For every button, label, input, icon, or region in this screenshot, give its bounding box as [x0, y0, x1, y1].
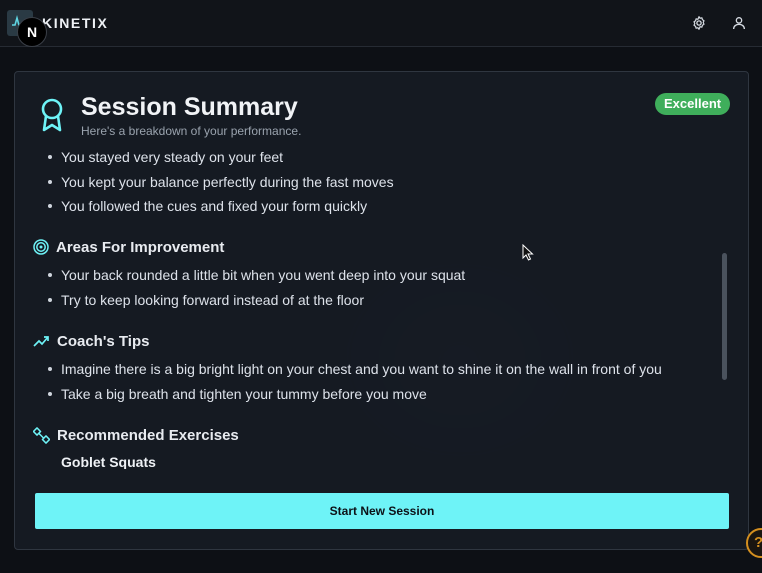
trending-up-icon — [33, 336, 49, 347]
next-dev-badge[interactable]: N — [17, 17, 47, 47]
tips-heading-label: Coach's Tips — [57, 332, 150, 350]
session-summary-card: Session Summary Here's a breakdown of yo… — [14, 71, 749, 550]
mouse-cursor-icon — [522, 244, 534, 261]
exercises-heading: Recommended Exercises — [33, 424, 239, 446]
exercises-heading-label: Recommended Exercises — [57, 426, 239, 444]
start-new-session-button[interactable]: Start New Session — [35, 493, 729, 529]
list-item: You followed the cues and fixed your for… — [33, 196, 723, 221]
summary-scroll-area[interactable]: You stayed very steady on your feet You … — [33, 152, 723, 469]
user-icon[interactable] — [731, 15, 747, 31]
list-item: Try to keep looking forward instead of a… — [33, 290, 723, 315]
top-bar: KINETIX N — [0, 0, 762, 47]
dumbbell-icon — [33, 426, 50, 444]
rating-badge: Excellent — [655, 93, 731, 115]
list-item: You stayed very steady on your feet — [33, 152, 723, 172]
improvement-list: Your back rounded a little bit when you … — [33, 265, 723, 314]
settings-gear-icon[interactable] — [691, 15, 707, 31]
award-ribbon-icon — [41, 98, 63, 132]
tips-list: Imagine there is a big bright light on y… — [33, 359, 723, 408]
target-icon — [33, 239, 49, 255]
brand-name: KINETIX — [42, 15, 109, 31]
list-item: You kept your balance perfectly during t… — [33, 172, 723, 197]
exercise-item: Goblet Squats — [61, 454, 156, 469]
tips-heading: Coach's Tips — [33, 330, 149, 352]
card-title: Session Summary — [81, 93, 298, 121]
list-item: Your back rounded a little bit when you … — [33, 265, 723, 290]
list-item: Take a big breath and tighten your tummy… — [33, 384, 723, 409]
list-item: Imagine there is a big bright light on y… — [33, 359, 723, 384]
strengths-list: You stayed very steady on your feet You … — [33, 152, 723, 221]
improvement-heading: Areas For Improvement — [33, 236, 224, 258]
scrollbar-thumb[interactable] — [722, 253, 727, 380]
card-subtitle: Here's a breakdown of your performance. — [81, 124, 302, 138]
improvement-heading-label: Areas For Improvement — [56, 238, 225, 256]
